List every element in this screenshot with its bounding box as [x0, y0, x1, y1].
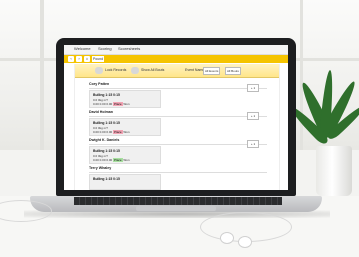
add-button[interactable]: + 1 [247, 84, 259, 92]
card-values: 0.00 0.00 0.00 [93, 158, 113, 162]
card-result: Won [123, 158, 130, 162]
earbud [220, 232, 234, 244]
toolbar-field[interactable]: Pound [92, 56, 104, 62]
photo-scene: Welcome Scoring Scoresheets ‹ › ⌂ Pound … [0, 0, 359, 257]
filter-bar: Lock Records Show All Bouts Event Name A… [75, 64, 279, 78]
card-heading: Bulling 1:15 0:15 [93, 93, 120, 97]
card-heading: Bulling 1:15 0:15 [93, 149, 120, 153]
card-line: 0.00 0.00 0.00 Place Won [93, 102, 130, 106]
main-content: Lock Records Show All Bouts Event Name A… [74, 64, 280, 190]
app-toolbar: ‹ › ⌂ Pound [64, 55, 288, 63]
home-icon[interactable]: ⌂ [84, 56, 90, 62]
earbud [238, 236, 252, 248]
app-topbar: Welcome Scoring Scoresheets [64, 45, 288, 55]
plant-pot [316, 146, 352, 196]
section-title: Cory Patten [89, 82, 110, 86]
event-select[interactable]: All Events [203, 67, 221, 75]
window-frame [40, 0, 44, 150]
card-values: 0.00 0.00 0.00 [93, 102, 113, 106]
card-result: Won [123, 102, 130, 106]
score-card: Bulling 1:15 0:15 [89, 174, 161, 190]
card-heading: Bulling 1:15 0:15 [93, 177, 120, 181]
section-title: Terry Whaley [89, 166, 112, 170]
section-title: Dwight K. Daniels [89, 138, 120, 142]
arrow-right-icon[interactable]: › [76, 56, 82, 62]
divider [89, 88, 267, 89]
arrow-left-icon[interactable]: ‹ [68, 56, 74, 62]
card-values: 0.00 0.00 0.00 [93, 130, 113, 134]
section-title: David Holman [89, 110, 113, 114]
laptop-keyboard [74, 197, 282, 205]
card-result: Won [123, 130, 130, 134]
topbar-item[interactable]: Welcome [74, 46, 91, 51]
score-card: Bulling 1:15 0:15 0.0 0kg mT 0.00 0.00 0… [89, 146, 161, 164]
status-badge[interactable]: Place [113, 102, 123, 106]
show-all-toggle[interactable] [131, 67, 139, 74]
laptop-trackpad [136, 206, 216, 211]
add-button[interactable]: + 1 [247, 140, 259, 148]
topbar-item[interactable]: Scoresheets [118, 46, 140, 51]
topbar-item[interactable]: Scoring [98, 46, 112, 51]
event-label: Event Name [185, 68, 205, 72]
card-line: 0.00 0.00 0.00 Place Won [93, 130, 130, 134]
show-all-toggle-label: Show All Bouts [141, 68, 165, 72]
bout-select[interactable]: All Bouts [225, 67, 241, 75]
divider [89, 116, 267, 117]
add-button[interactable]: + 1 [247, 112, 259, 120]
score-card: Bulling 1:15 0:15 0.0 0kg mT 0.00 0.00 0… [89, 90, 161, 108]
lock-toggle[interactable] [95, 67, 103, 74]
card-heading: Bulling 1:15 0:15 [93, 121, 120, 125]
divider [89, 172, 267, 173]
card-line: 0.00 0.00 0.00 Place Won [93, 158, 130, 162]
laptop-screen: Welcome Scoring Scoresheets ‹ › ⌂ Pound … [64, 45, 288, 190]
score-card: Bulling 1:15 0:15 0.0 0kg mT 0.00 0.00 0… [89, 118, 161, 136]
status-badge[interactable]: Place [113, 158, 123, 162]
lock-toggle-label: Lock Records [105, 68, 127, 72]
status-badge[interactable]: Place [113, 130, 123, 134]
divider [89, 144, 267, 145]
